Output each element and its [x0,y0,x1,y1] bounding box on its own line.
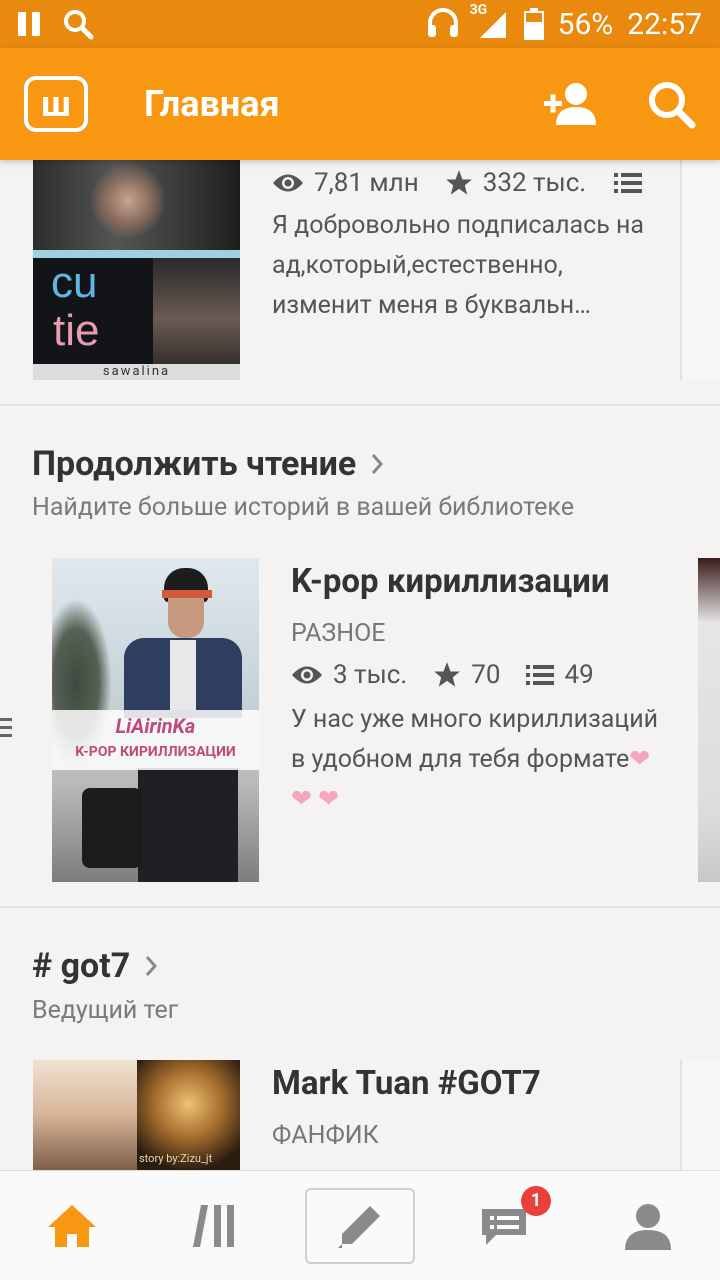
chevron-right-icon [146,956,158,976]
divider [0,404,720,406]
story-cover-cutie[interactable]: cu tie sawalina [33,160,240,380]
story-description: Я добровольно подписалась на ад,который,… [272,211,645,320]
section-title: Продолжить чтение [32,444,357,484]
tag-title: # got7 [32,946,131,986]
clock: 22:57 [627,6,702,42]
chevron-right-icon [372,454,384,474]
story-title[interactable]: Mark Tuan #GOT7 [272,1064,692,1103]
profile-icon [625,1203,671,1250]
story-card-got7[interactable]: story by:Zizu_jt Mark Tuan #GOT7 ФАНФИК [0,1060,720,1170]
story-card-kpop[interactable]: LiAirinKa K-POP КИРИЛЛИЗАЦИИ K-pop кирил… [0,558,720,882]
battery-level: 56% [557,6,614,42]
messages-icon [482,1208,526,1245]
story-votes: 70 [471,660,501,690]
add-friend-icon[interactable] [542,81,600,127]
story-votes: 332 тыс. [482,168,587,198]
story-title[interactable]: K-pop кириллизации [291,562,691,601]
story-views: 3 тыс. [333,660,408,690]
story-category: ФАНФИК [272,1121,379,1150]
story-cover-marktuan[interactable]: story by:Zizu_jt [33,1060,240,1170]
cover-caption: story by:Zizu_jt [139,1152,213,1165]
nav-home[interactable] [17,1188,127,1264]
library-icon [193,1204,234,1247]
cover-text-tie: tie [53,306,100,355]
page-title: Главная [144,83,280,125]
tag-subtitle: Ведущий тег [32,996,179,1025]
cover-author-sawalina: sawalina [102,364,171,379]
nav-write[interactable] [305,1187,415,1264]
story-cover-kpop[interactable]: LiAirinKa K-POP КИРИЛЛИЗАЦИИ [52,558,259,882]
search-icon[interactable] [646,79,696,129]
bottom-nav: 1 [0,1170,720,1280]
messages-badge: 1 [521,1185,551,1216]
headset-icon [427,8,458,37]
views-icon [292,666,322,684]
story-views: 7,81 млн [314,168,419,198]
next-story-peek[interactable] [680,1060,720,1170]
story-description: У нас уже много кириллизаций в удобном д… [291,705,659,814]
cover-author-liairinka: LiAirinKa [115,714,196,738]
continue-reading-header[interactable]: Продолжить чтение [32,444,384,484]
votes-icon [445,170,472,195]
nav-messages[interactable]: 1 [449,1185,559,1264]
status-bar: 3G 56% 22:57 [0,0,720,48]
home-icon [48,1204,96,1247]
wattpad-logo[interactable]: ш [24,76,88,132]
nav-profile[interactable] [593,1188,703,1264]
pause-icon [18,12,40,36]
story-category: РАЗНОЕ [291,619,386,648]
search-status-icon [64,10,94,40]
story-parts: 49 [564,660,594,690]
tag-section-header[interactable]: # got7 [32,946,158,986]
parts-icon [526,665,555,685]
pencil-icon [338,1205,380,1248]
parts-icon [614,173,643,193]
nav-library[interactable] [161,1188,271,1264]
next-story-peek[interactable] [680,160,720,380]
app-bar: ш Главная [0,48,720,160]
section-subtitle: Найдите больше историй в вашей библиотек… [32,493,575,522]
battery-icon [523,8,544,40]
home-feed[interactable]: cu tie sawalina 7,81 млн 332 тыс. Я добр… [0,160,720,1170]
views-icon [273,174,303,192]
story-card-top[interactable]: cu tie sawalina 7,81 млн 332 тыс. Я добр… [0,160,720,382]
cover-text-cu: cu [51,258,98,307]
votes-icon [434,662,461,687]
divider [0,906,720,908]
signal-icon: 3G [470,2,510,40]
cover-title-kpop: K-POP КИРИЛЛИЗАЦИИ [75,744,236,760]
next-story-peek-cover[interactable] [698,558,720,882]
